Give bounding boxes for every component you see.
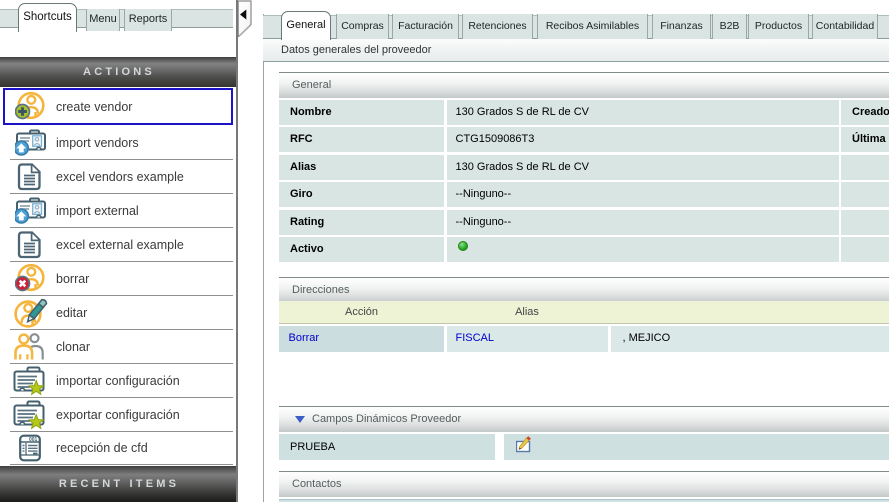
svg-text:001: 001 (29, 436, 38, 442)
